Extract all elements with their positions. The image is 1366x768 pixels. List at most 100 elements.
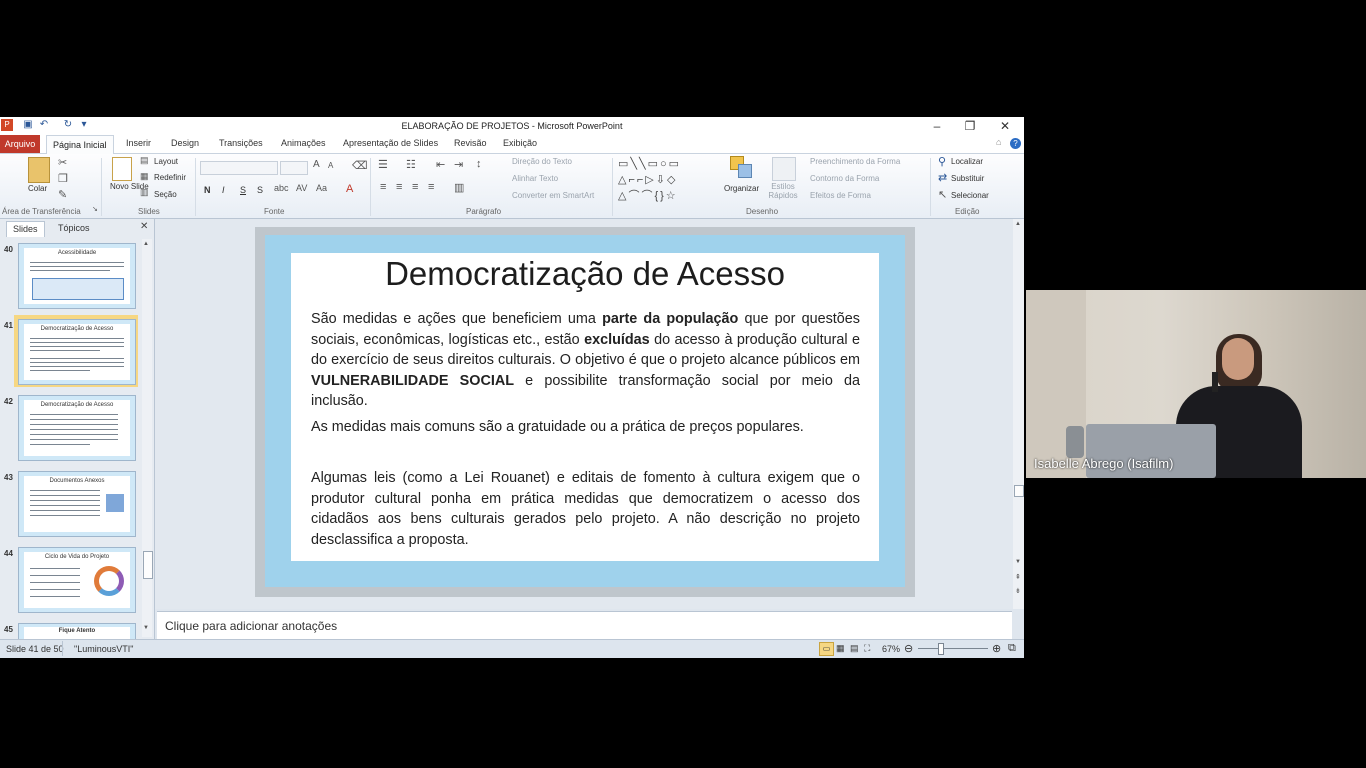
new-slide-icon[interactable] [112,157,132,181]
tab-outline[interactable]: Tópicos [52,221,96,236]
scroll-thumb[interactable] [143,551,153,579]
cut-icon[interactable]: ✂ [58,156,67,169]
slide-thumbnail-43[interactable]: Documentos Anexos [18,471,136,537]
slides-pane-scrollbar[interactable]: ▲ ▼ [142,239,153,637]
bullets-icon[interactable]: ☰ [378,158,388,171]
copy-icon[interactable]: ❐ [58,172,68,185]
minimize-button[interactable]: – [923,118,951,134]
font-size-dropdown[interactable] [280,161,308,175]
next-slide-icon[interactable]: ⇟ [1015,587,1021,595]
replace-button[interactable]: Substituir [951,174,984,183]
slide-thumbnail-44[interactable]: Ciclo de Vida do Projeto [18,547,136,613]
decrease-indent-icon[interactable]: ⇤ [436,158,445,171]
clear-formatting-icon[interactable]: ⌫ [352,159,368,172]
bold-button[interactable]: N [204,185,211,195]
dialog-launcher-icon[interactable]: ↘ [92,205,98,213]
italic-button[interactable]: I [222,185,225,195]
slideshow-icon[interactable]: ⛶ [864,643,870,654]
tab-insert[interactable]: Inserir [126,138,151,148]
quick-styles-icon[interactable] [772,157,796,181]
change-case-icon[interactable]: Aa [316,183,327,193]
notes-pane[interactable]: Clique para adicionar anotações [157,611,1012,640]
shape-outline-button[interactable]: Contorno da Forma [810,174,879,183]
slide-paragraph-3[interactable]: Algumas leis (como a Lei Rouanet) e edit… [311,468,860,550]
align-left-icon[interactable]: ≡ [380,181,386,193]
align-text-button[interactable]: Alinhar Texto [512,174,558,183]
find-button[interactable]: Localizar [951,157,983,166]
paste-button[interactable]: Colar [28,184,47,193]
tab-slides[interactable]: Slides [6,221,45,237]
section-button[interactable]: Seção [154,190,177,199]
shape-effects-button[interactable]: Efeitos de Forma [810,191,871,200]
reset-button[interactable]: Redefinir [154,173,186,182]
slide-paragraph-2[interactable]: As medidas mais comuns são a gratuidade … [311,417,860,438]
slide-thumbnail-42[interactable]: Democratização de Acesso [18,395,136,461]
shrink-font-icon[interactable]: A [328,161,333,170]
line-spacing-icon[interactable]: ↕ [476,158,482,170]
slide-content-box[interactable]: Democratização de Acesso São medidas e a… [291,253,879,561]
tab-design[interactable]: Design [171,138,199,148]
font-color-icon[interactable]: A [346,183,353,195]
tab-home[interactable]: Página Inicial [46,135,114,154]
character-spacing-icon[interactable]: AV [296,183,307,193]
align-center-icon[interactable]: ≡ [396,181,402,193]
normal-view-icon[interactable]: ▭ [819,642,834,656]
zoom-slider-thumb[interactable] [938,643,945,655]
shape-fill-button[interactable]: Preenchimento da Forma [810,157,900,166]
help-icon[interactable]: ? [1010,138,1021,149]
slide-scrollbar[interactable]: ▲ ▼ ⇞ ⇟ [1013,219,1024,609]
numbering-icon[interactable]: ☷ [406,158,416,171]
increase-indent-icon[interactable]: ⇥ [454,158,463,171]
scroll-up-icon[interactable]: ▲ [143,241,149,247]
close-button[interactable]: ✕ [991,118,1019,134]
zoom-in-icon[interactable]: ⊕ [992,642,1001,655]
reading-view-icon[interactable]: ▤ [850,643,859,654]
scroll-down-icon[interactable]: ▼ [143,625,149,631]
format-painter-icon[interactable]: ✎ [58,188,67,201]
convert-smartart-button[interactable]: Converter em SmartArt [512,191,594,200]
underline-button[interactable]: S [240,185,246,195]
layout-button[interactable]: Layout [154,157,178,166]
slide-canvas[interactable]: Democratização de Acesso São medidas e a… [255,227,915,597]
slide-thumbnail-40[interactable]: Acessibilidade [18,243,136,309]
zoom-level[interactable]: 67% [882,644,900,654]
tab-slideshow[interactable]: Apresentação de Slides [343,138,438,148]
tab-review[interactable]: Revisão [454,138,487,148]
grow-font-icon[interactable]: A [313,159,320,170]
shadow-button[interactable]: S [257,185,263,195]
columns-icon[interactable]: ▥ [454,181,464,194]
arrange-icon[interactable] [730,156,752,178]
slide-sorter-icon[interactable]: ▦ [836,643,845,654]
restore-button[interactable]: ❐ [956,118,984,134]
tab-transitions[interactable]: Transições [219,138,263,148]
new-slide-button[interactable]: Novo Slide [110,182,149,191]
justify-icon[interactable]: ≡ [428,181,434,193]
zoom-out-icon[interactable]: ⊖ [904,642,913,655]
tab-view[interactable]: Exibição [503,138,537,148]
tab-file[interactable]: Arquivo [0,135,40,153]
previous-slide-icon[interactable]: ⇞ [1015,573,1021,581]
select-button[interactable]: Selecionar [951,191,989,200]
webcam-video[interactable]: Isabelle Abrego (Isafilm) [1026,290,1366,478]
collapse-ribbon-icon[interactable]: ⌂ [996,137,1001,147]
slide-thumbnail-41[interactable]: Democratização de Acesso [18,319,136,385]
tab-animations[interactable]: Animações [281,138,326,148]
fit-to-window-icon[interactable]: ⧉ [1008,642,1016,655]
close-pane-icon[interactable]: ✕ [140,221,148,232]
slide-thumbnail-45[interactable]: Fique Atento [18,623,136,640]
strikethrough-icon[interactable]: abc [274,183,289,193]
zoom-slider-track[interactable] [918,648,988,649]
paste-icon[interactable] [28,157,50,183]
arrange-button[interactable]: Organizar [724,184,759,193]
shapes-gallery[interactable]: ▭╲╲▭○▭ △⌐⌐▷⇩◇ △⌒⌒{}☆ [618,156,714,204]
text-direction-button[interactable]: Direção do Texto [512,157,572,166]
font-name-dropdown[interactable] [200,161,278,175]
scroll-thumb[interactable] [1014,485,1024,497]
notes-placeholder[interactable]: Clique para adicionar anotações [165,619,337,633]
scroll-down-icon[interactable]: ▼ [1015,559,1021,565]
quick-styles-button[interactable]: Estilos Rápidos [766,182,800,200]
align-right-icon[interactable]: ≡ [412,181,418,193]
slide-paragraph-1[interactable]: São medidas e ações que beneficiem uma p… [311,309,860,412]
scroll-up-icon[interactable]: ▲ [1015,221,1021,227]
slide-title[interactable]: Democratização de Acesso [291,255,879,293]
